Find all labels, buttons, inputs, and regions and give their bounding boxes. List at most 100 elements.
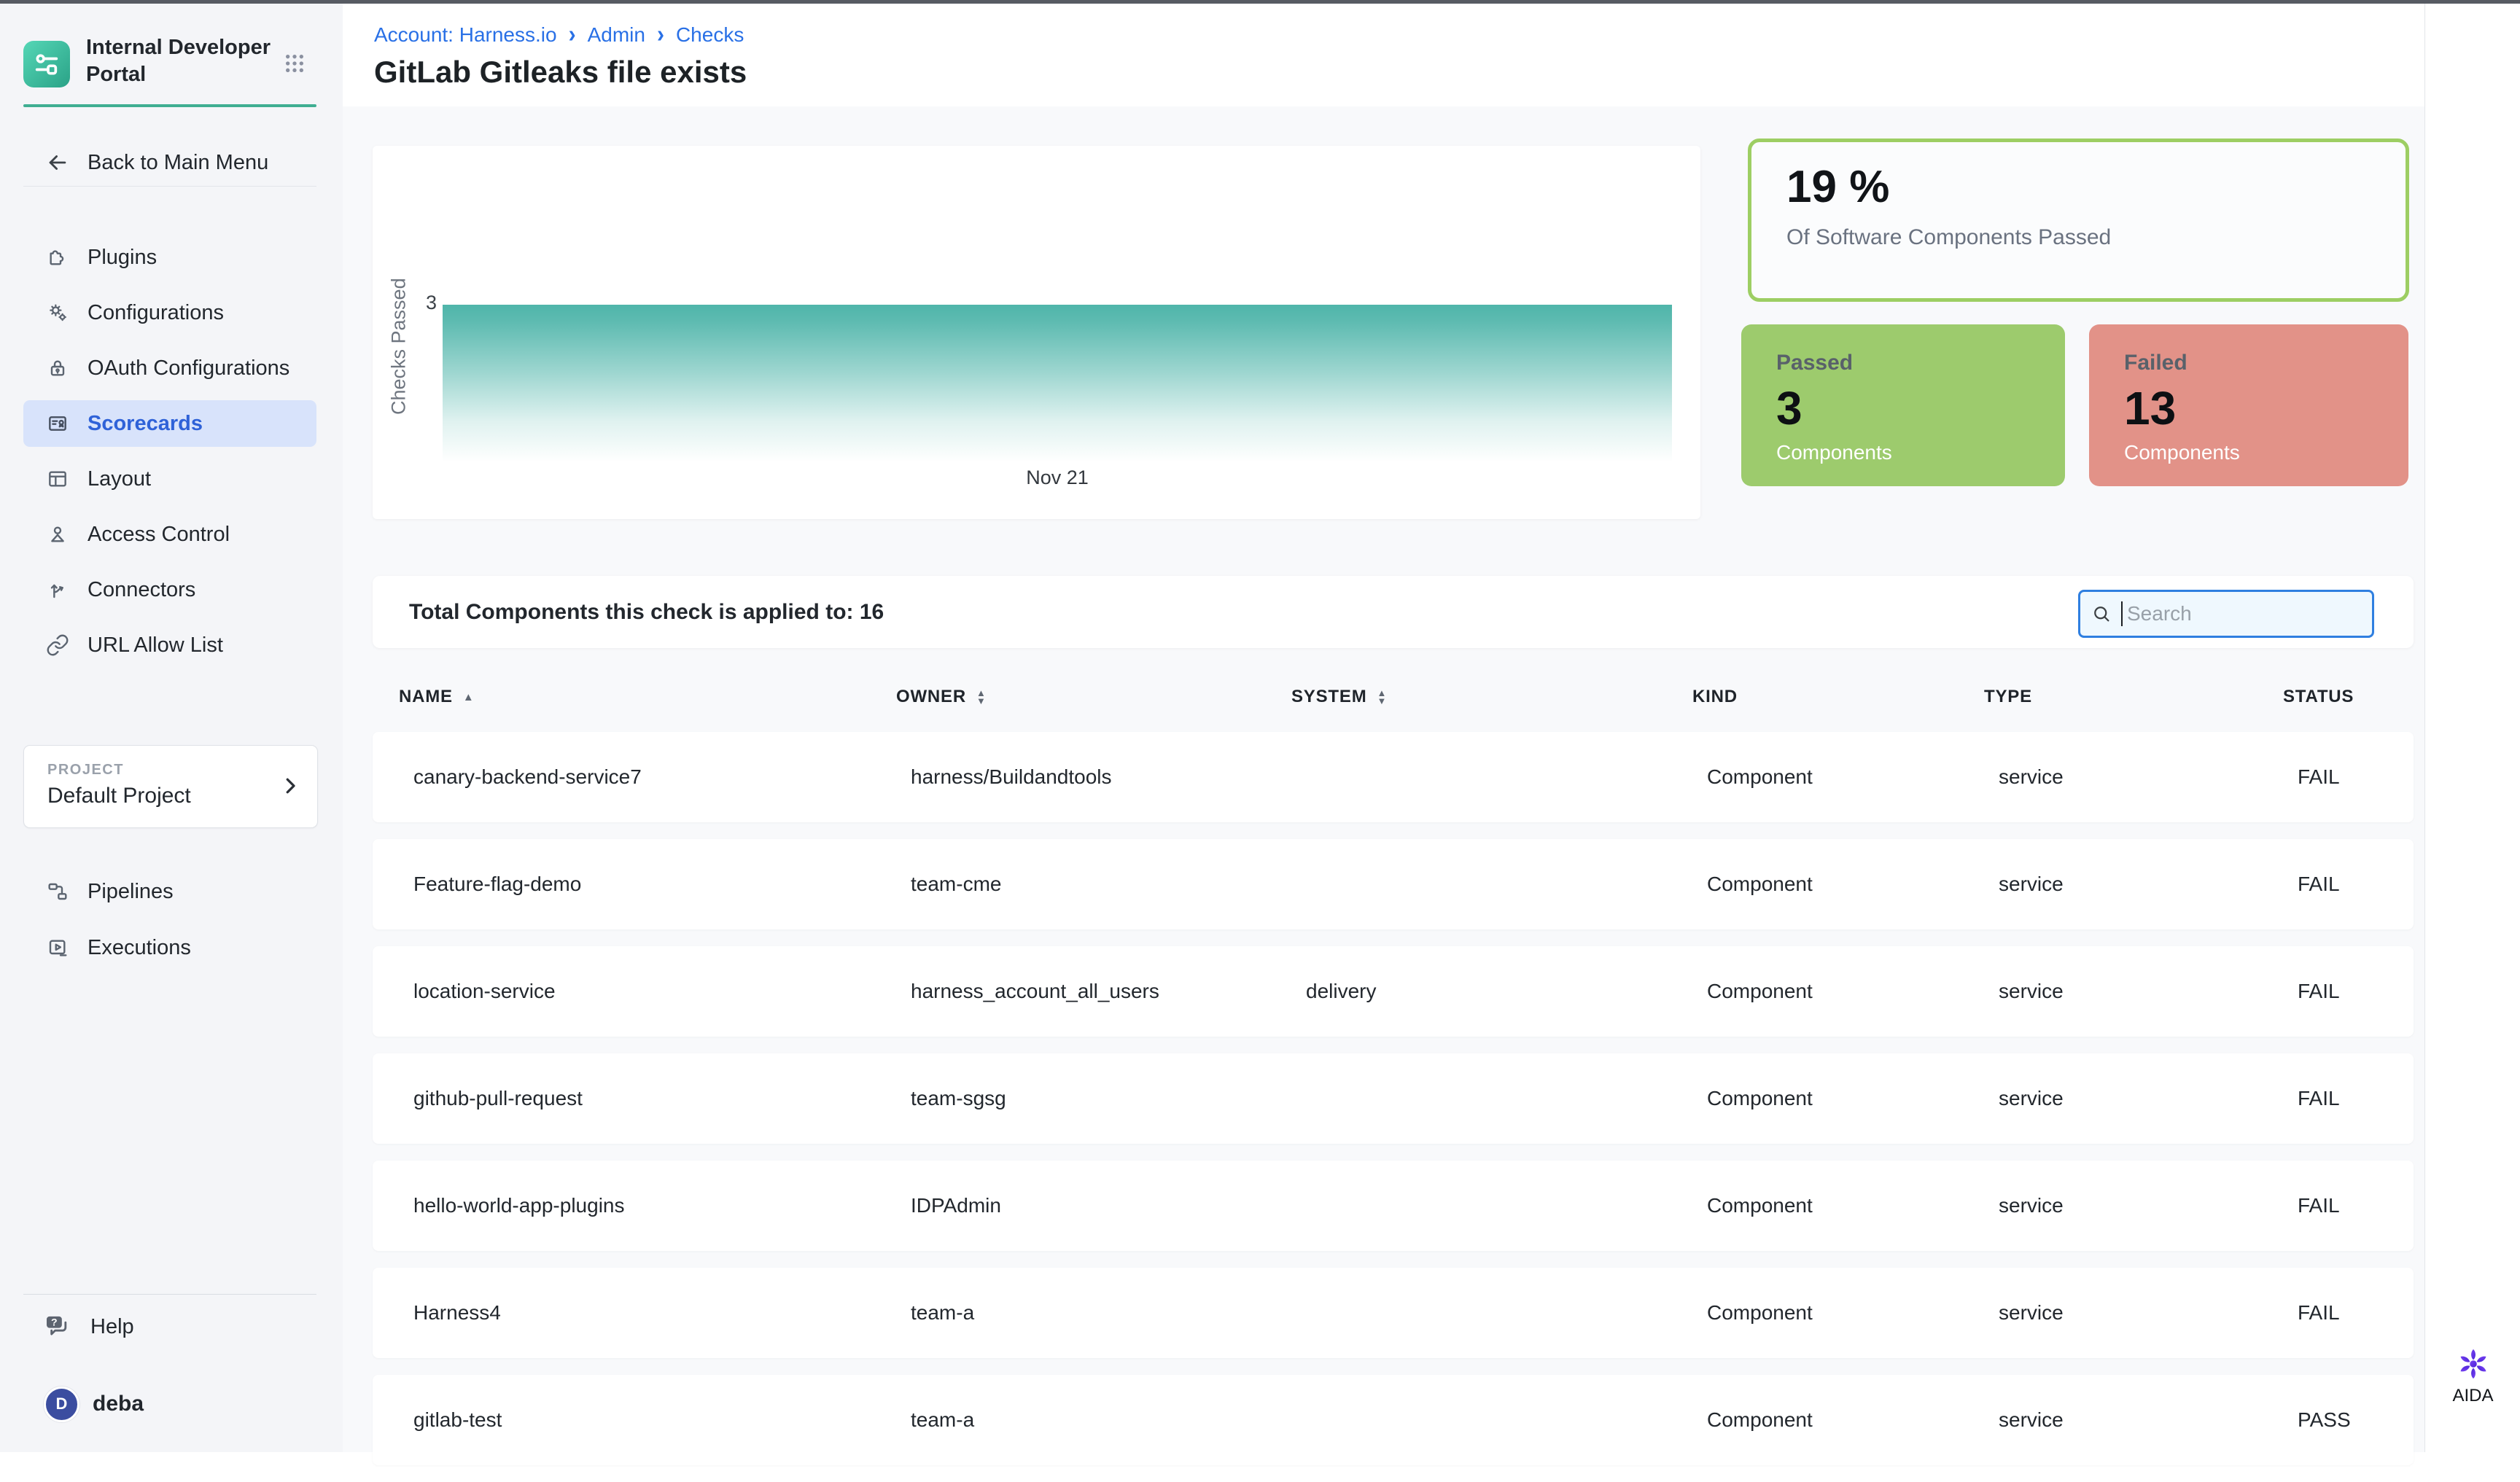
cell-owner: harness/Buildandtools (911, 765, 1306, 789)
table-row[interactable]: canary-backend-service7 harness/Buildand… (373, 732, 2414, 822)
cell-kind: Component (1707, 1087, 1999, 1110)
table-row[interactable]: location-service harness_account_all_use… (373, 946, 2414, 1037)
person-icon (45, 522, 70, 547)
project-label: PROJECT (47, 762, 124, 779)
checks-passed-chart: Checks Passed 3 Nov 21 (373, 146, 1700, 519)
sidebar-item-access-control[interactable]: Access Control (0, 507, 343, 562)
failed-sub-label: Components (2124, 441, 2240, 464)
cell-owner: team-a (911, 1408, 1306, 1432)
layout-icon (45, 467, 70, 491)
gears-icon (45, 300, 70, 325)
project-value: Default Project (47, 784, 191, 808)
table-row[interactable]: hello-world-app-plugins IDPAdmin Compone… (373, 1161, 2414, 1251)
col-header-kind[interactable]: KIND (1692, 687, 1984, 707)
cell-status: FAIL (2298, 1301, 2414, 1325)
sort-both-icon: ▲▼ (976, 689, 987, 705)
cell-kind: Component (1707, 765, 1999, 789)
sidebar-divider (23, 186, 316, 187)
cell-kind: Component (1707, 1301, 1999, 1325)
percent-label: Of Software Components Passed (1786, 225, 2111, 250)
sidebar-item-configurations[interactable]: Configurations (0, 285, 343, 340)
breadcrumb-account-link[interactable]: Account: Harness.io (374, 23, 557, 47)
sidebar-item-url-allow-list[interactable]: URL Allow List (0, 617, 343, 673)
col-header-name[interactable]: NAME ▲ (399, 687, 896, 707)
cell-type: service (1999, 980, 2298, 1003)
chart-y-axis-label: Checks Passed (384, 241, 413, 452)
cell-type: service (1999, 765, 2298, 789)
table-row[interactable]: gitlab-test team-a Component service PAS… (373, 1375, 2414, 1465)
aida-assistant-button[interactable]: AIDA (2425, 1346, 2520, 1406)
cell-kind: Component (1707, 1194, 1999, 1217)
search-field[interactable] (2078, 590, 2374, 638)
sort-asc-icon: ▲ (463, 691, 475, 703)
col-header-type[interactable]: TYPE (1984, 687, 2283, 707)
back-arrow-icon (45, 150, 70, 175)
cell-name: github-pull-request (413, 1087, 911, 1110)
table-row[interactable]: Harness4 team-a Component service FAIL (373, 1268, 2414, 1358)
cell-name: Harness4 (413, 1301, 911, 1325)
link-icon (45, 633, 70, 658)
col-label: OWNER (896, 687, 966, 707)
user-menu[interactable]: D deba (0, 1380, 343, 1428)
sidebar-item-pipelines[interactable]: Pipelines (0, 867, 343, 916)
failed-count: 13 (2124, 381, 2176, 435)
back-to-main-menu-button[interactable]: Back to Main Menu (0, 139, 343, 187)
lock-icon (45, 356, 70, 381)
aida-label: AIDA (2452, 1386, 2493, 1406)
col-header-system[interactable]: SYSTEM ▲▼ (1291, 687, 1692, 707)
help-button[interactable]: ? Help (0, 1303, 343, 1351)
table-row[interactable]: Feature-flag-demo team-cme Component ser… (373, 839, 2414, 929)
passed-stat-card: Passed 3 Components (1741, 324, 2065, 486)
cell-status: PASS (2298, 1408, 2414, 1432)
pipelines-icon (45, 879, 70, 904)
sidebar-item-label: Scorecards (88, 412, 203, 436)
passed-title: Passed (1776, 351, 1853, 375)
breadcrumb-admin-link[interactable]: Admin (588, 23, 645, 47)
breadcrumb: Account: Harness.io › Admin › Checks (374, 23, 744, 47)
chart-y-tick: 3 (415, 292, 437, 314)
sidebar-item-executions[interactable]: Executions (0, 924, 343, 972)
table-row[interactable]: github-pull-request team-sgsg Component … (373, 1053, 2414, 1144)
main-content: Checks Passed 3 Nov 21 19 % Of Software … (343, 106, 2424, 1452)
cell-type: service (1999, 1194, 2298, 1217)
page-header: Account: Harness.io › Admin › Checks Git… (343, 4, 2424, 107)
avatar: D (44, 1387, 79, 1422)
sidebar-item-oauth-configurations[interactable]: OAuth Configurations (0, 340, 343, 396)
cell-kind: Component (1707, 980, 1999, 1003)
sidebar-item-plugins[interactable]: Plugins (0, 230, 343, 285)
executions-play-icon (45, 935, 70, 960)
sidebar-item-label: Layout (88, 467, 151, 491)
sidebar-item-layout[interactable]: Layout (0, 451, 343, 507)
cell-type: service (1999, 1301, 2298, 1325)
cell-name: location-service (413, 980, 911, 1003)
brand-underline (23, 104, 316, 107)
cell-owner: harness_account_all_users (911, 980, 1306, 1003)
cell-type: service (1999, 1087, 2298, 1110)
breadcrumb-separator-icon: › (569, 21, 576, 48)
cell-type: service (1999, 1408, 2298, 1432)
cell-kind: Component (1707, 873, 1999, 896)
col-label: TYPE (1984, 687, 2032, 707)
passed-sub-label: Components (1776, 441, 1892, 464)
sidebar-item-scorecards[interactable]: Scorecards (0, 396, 343, 451)
breadcrumb-checks-link[interactable]: Checks (676, 23, 744, 47)
search-input[interactable] (2126, 601, 2340, 626)
username: deba (93, 1392, 144, 1416)
total-components-text: Total Components this check is applied t… (409, 576, 884, 648)
cell-owner: team-sgsg (911, 1087, 1306, 1110)
sidebar-item-connectors[interactable]: Connectors (0, 562, 343, 617)
project-selector[interactable]: PROJECT Default Project (23, 745, 318, 828)
col-label: SYSTEM (1291, 687, 1366, 707)
search-icon (2091, 603, 2112, 625)
col-header-owner[interactable]: OWNER ▲▼ (896, 687, 1291, 707)
breadcrumb-separator-icon: › (657, 21, 664, 48)
col-header-status[interactable]: STATUS (2283, 687, 2414, 707)
app-title: Internal Developer Portal (86, 34, 273, 88)
app-switcher-grid-icon[interactable] (281, 50, 308, 77)
cell-name: gitlab-test (413, 1408, 911, 1432)
scorecard-icon (45, 411, 70, 436)
sidebar-item-label: Access Control (88, 523, 230, 547)
cell-owner: team-a (911, 1301, 1306, 1325)
cell-owner: IDPAdmin (911, 1194, 1306, 1217)
col-label: STATUS (2283, 687, 2354, 707)
